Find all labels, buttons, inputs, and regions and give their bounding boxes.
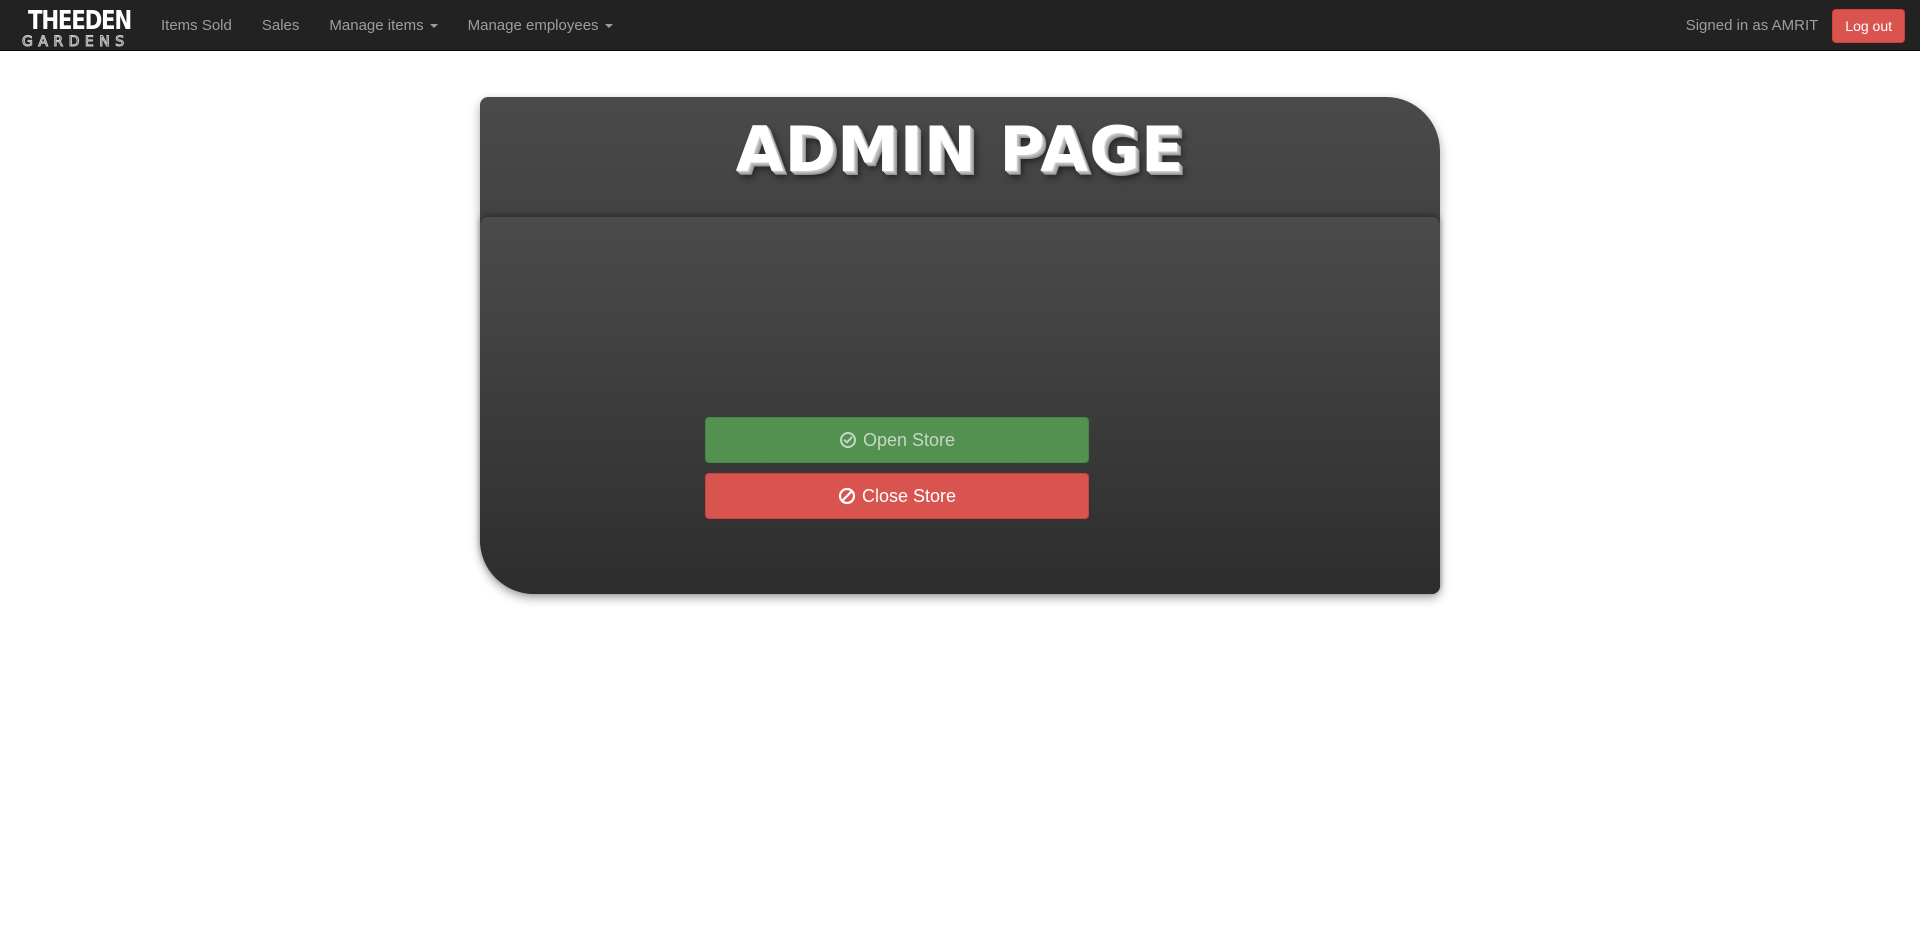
admin-panel: ADMIN PAGE Open Store Close Store bbox=[480, 97, 1440, 594]
nav-dropdown-manage-employees[interactable]: Manage employees bbox=[453, 0, 628, 51]
close-store-button[interactable]: Close Store bbox=[705, 473, 1089, 519]
check-circle-icon bbox=[839, 431, 857, 449]
brand-logo-line2: GARDENS bbox=[22, 34, 130, 51]
close-store-label: Close Store bbox=[861, 485, 957, 506]
admin-panel-body: Open Store Close Store bbox=[480, 217, 1440, 594]
signed-in-text: Signed in as AMRIT bbox=[1685, 17, 1819, 34]
nav-links: Items Sold Sales Manage items Manage emp… bbox=[146, 0, 628, 51]
nav-link-items-sold[interactable]: Items Sold bbox=[146, 0, 247, 51]
nav-user-area: Signed in as AMRIT Log out bbox=[1686, 0, 1905, 51]
nav-link-sales[interactable]: Sales bbox=[247, 0, 315, 51]
ban-icon bbox=[838, 487, 856, 505]
caret-down-icon bbox=[604, 23, 613, 28]
brand-logo[interactable]: THEEDEN GARDENS bbox=[22, 7, 133, 51]
nav-dropdown-manage-employees-label: Manage employees bbox=[467, 17, 599, 34]
top-navbar: THEEDEN GARDENS Items Sold Sales Manage … bbox=[0, 0, 1920, 51]
nav-dropdown-manage-items[interactable]: Manage items bbox=[314, 0, 452, 51]
nav-dropdown-manage-items-label: Manage items bbox=[329, 17, 424, 34]
brand-logo-line1: THEEDEN bbox=[28, 6, 132, 36]
caret-down-icon bbox=[429, 23, 438, 28]
open-store-button[interactable]: Open Store bbox=[705, 417, 1089, 463]
logout-button[interactable]: Log out bbox=[1832, 8, 1905, 43]
admin-panel-header: ADMIN PAGE bbox=[480, 97, 1440, 217]
page-title: ADMIN PAGE bbox=[735, 113, 1185, 186]
open-store-label: Open Store bbox=[862, 429, 956, 450]
